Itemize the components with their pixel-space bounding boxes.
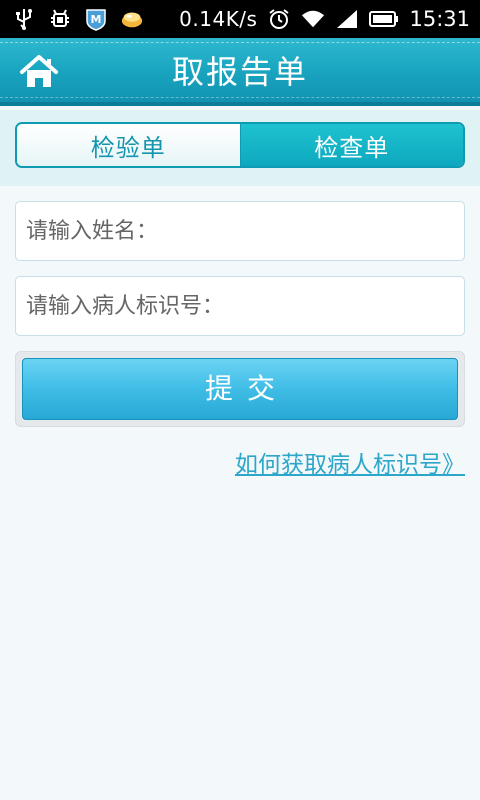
network-speed: 0.14K/s <box>179 7 258 31</box>
title-bar: 取报告单 <box>0 38 480 106</box>
name-input[interactable] <box>16 202 464 260</box>
app-notification-icon: M <box>84 7 108 31</box>
tab-exam-report[interactable]: 检查单 <box>240 124 463 166</box>
food-app-icon <box>120 7 144 31</box>
patient-id-field-box <box>15 276 465 336</box>
patient-id-help-link[interactable]: 如何获取病人标识号》 <box>235 445 465 479</box>
signal-icon <box>335 7 359 31</box>
report-type-tabs: 检验单 检查单 <box>15 122 465 168</box>
tab-lab-report[interactable]: 检验单 <box>17 124 241 166</box>
wifi-icon <box>301 7 325 31</box>
tab-area: 检验单 检查单 <box>0 110 480 186</box>
status-bar-system: 0.14K/s 15:31 <box>179 0 470 38</box>
battery-icon <box>369 7 399 31</box>
name-field-box <box>15 201 465 261</box>
clock: 15:31 <box>409 7 470 31</box>
submit-button[interactable]: 提交 <box>22 358 458 420</box>
android-debug-icon <box>48 7 72 31</box>
svg-text:M: M <box>91 13 102 26</box>
status-bar-notifications: M <box>12 0 144 38</box>
status-bar: M 0.14K/s 15:31 <box>0 0 480 38</box>
submit-container: 提交 <box>15 351 465 427</box>
usb-icon <box>12 7 36 31</box>
page-title: 取报告单 <box>171 53 308 91</box>
patient-id-input[interactable] <box>16 277 464 335</box>
alarm-icon <box>267 7 291 31</box>
